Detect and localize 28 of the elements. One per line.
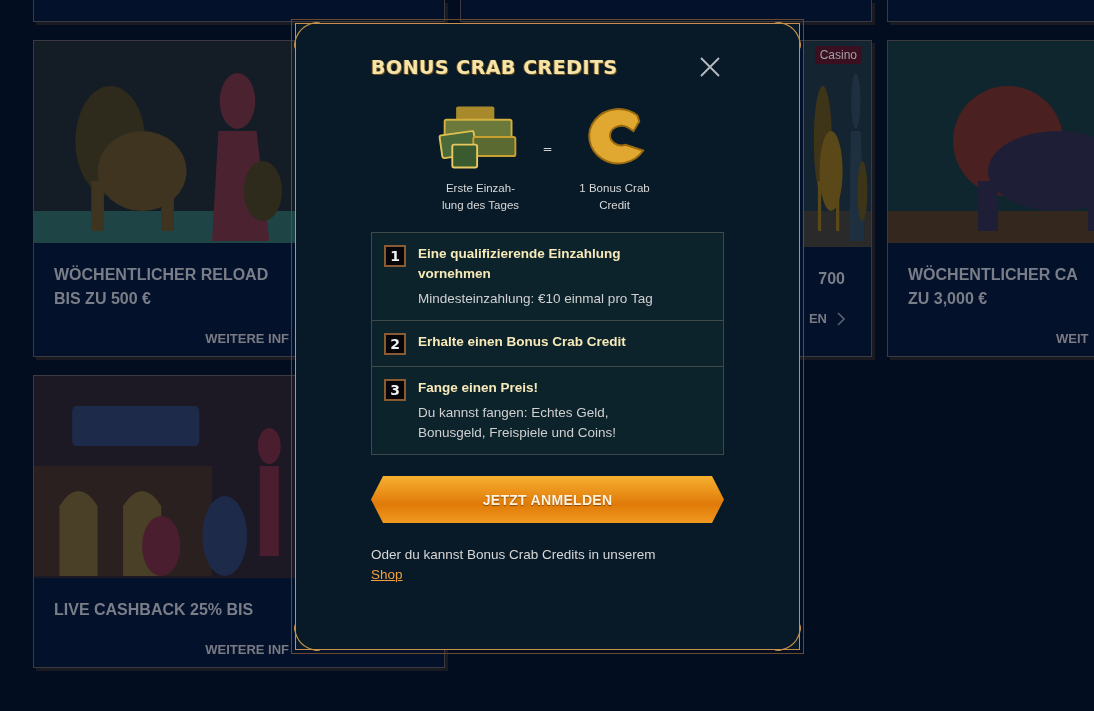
- step-number: 1: [384, 245, 406, 267]
- more-info-link[interactable]: WEITERE INF: [205, 642, 289, 657]
- promo-title: ZU 3,000 €: [908, 289, 988, 309]
- close-icon[interactable]: [699, 56, 721, 78]
- promo-title: WÖCHENTLICHER RELOAD: [54, 264, 269, 285]
- register-button[interactable]: JETZT ANMELDEN: [371, 476, 724, 523]
- promo-title: BIS ZU 500 €: [54, 289, 151, 309]
- more-info-link[interactable]: WEITERE INF: [205, 331, 289, 346]
- step-description: Du kannst fangen: Echtes Geld, Bonusgeld, Freispiele und Coins!: [418, 404, 617, 442]
- promo-title: 700: [818, 269, 845, 289]
- category-tag: Casino: [814, 46, 862, 64]
- credit-caption: 1 Bonus Crab Credit: [579, 181, 650, 213]
- step-title: Fange einen Preis!: [418, 379, 540, 397]
- step-number: 3: [384, 379, 406, 401]
- promo-title: LIVE CASHBACK 25% BIS: [54, 600, 254, 620]
- promo-title: WÖCHENTLICHER CA: [908, 264, 1078, 285]
- step-number: 2: [384, 333, 406, 355]
- more-info-link[interactable]: WEIT: [1056, 331, 1089, 346]
- chevron-icon: [837, 311, 845, 326]
- deposit-caption: Erste Einzah- lung des Tages: [441, 181, 520, 213]
- step-title: Erhalte einen Bonus Crab Credit: [418, 333, 626, 351]
- more-info-link[interactable]: EN: [808, 311, 827, 326]
- shop-link[interactable]: Shop: [371, 567, 403, 582]
- step-title: Eine qualifizierende Einzahlung vornehmen: [418, 245, 622, 283]
- dialog-title: BONUS CRAB CREDITS: [371, 56, 618, 78]
- step-description: Mindesteinzahlung: €10 einmal pro Tag: [418, 290, 653, 308]
- equals-sign: =: [542, 142, 553, 156]
- shop-note: Oder du kannst Bonus Crab Credits in unserem Shop: [371, 546, 657, 584]
